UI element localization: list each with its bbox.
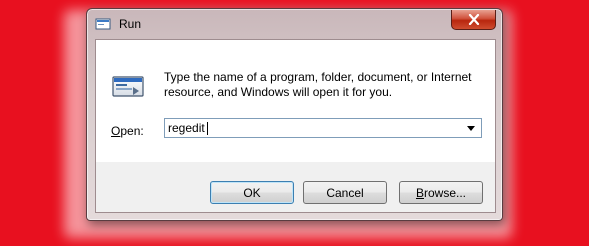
browse-mnemonic: B xyxy=(415,185,424,200)
dialog-description: Type the name of a program, folder, docu… xyxy=(164,70,472,99)
window-title: Run xyxy=(119,17,142,31)
close-icon xyxy=(468,14,479,25)
open-label-mnemonic: O xyxy=(111,124,121,138)
run-dialog: Run Type the name of a program, folder, … xyxy=(86,8,503,221)
open-label-text: pen: xyxy=(120,124,144,138)
close-button[interactable] xyxy=(451,10,496,30)
run-icon xyxy=(95,18,111,30)
chevron-down-icon xyxy=(467,125,475,131)
title-bar[interactable]: Run xyxy=(87,9,502,39)
ok-button[interactable]: OK xyxy=(210,181,294,204)
run-program-icon xyxy=(112,76,144,97)
browse-button[interactable]: Browse... xyxy=(399,181,483,204)
cancel-button[interactable]: Cancel xyxy=(303,181,387,204)
dialog-content: Type the name of a program, folder, docu… xyxy=(95,39,496,213)
dialog-body: Type the name of a program, folder, docu… xyxy=(96,40,495,162)
open-label: Open: xyxy=(111,124,144,138)
open-input[interactable] xyxy=(168,120,458,136)
browse-label: rowse... xyxy=(424,185,467,200)
open-dropdown-button[interactable] xyxy=(463,119,479,137)
text-caret xyxy=(207,122,208,135)
open-combobox[interactable] xyxy=(164,118,482,138)
